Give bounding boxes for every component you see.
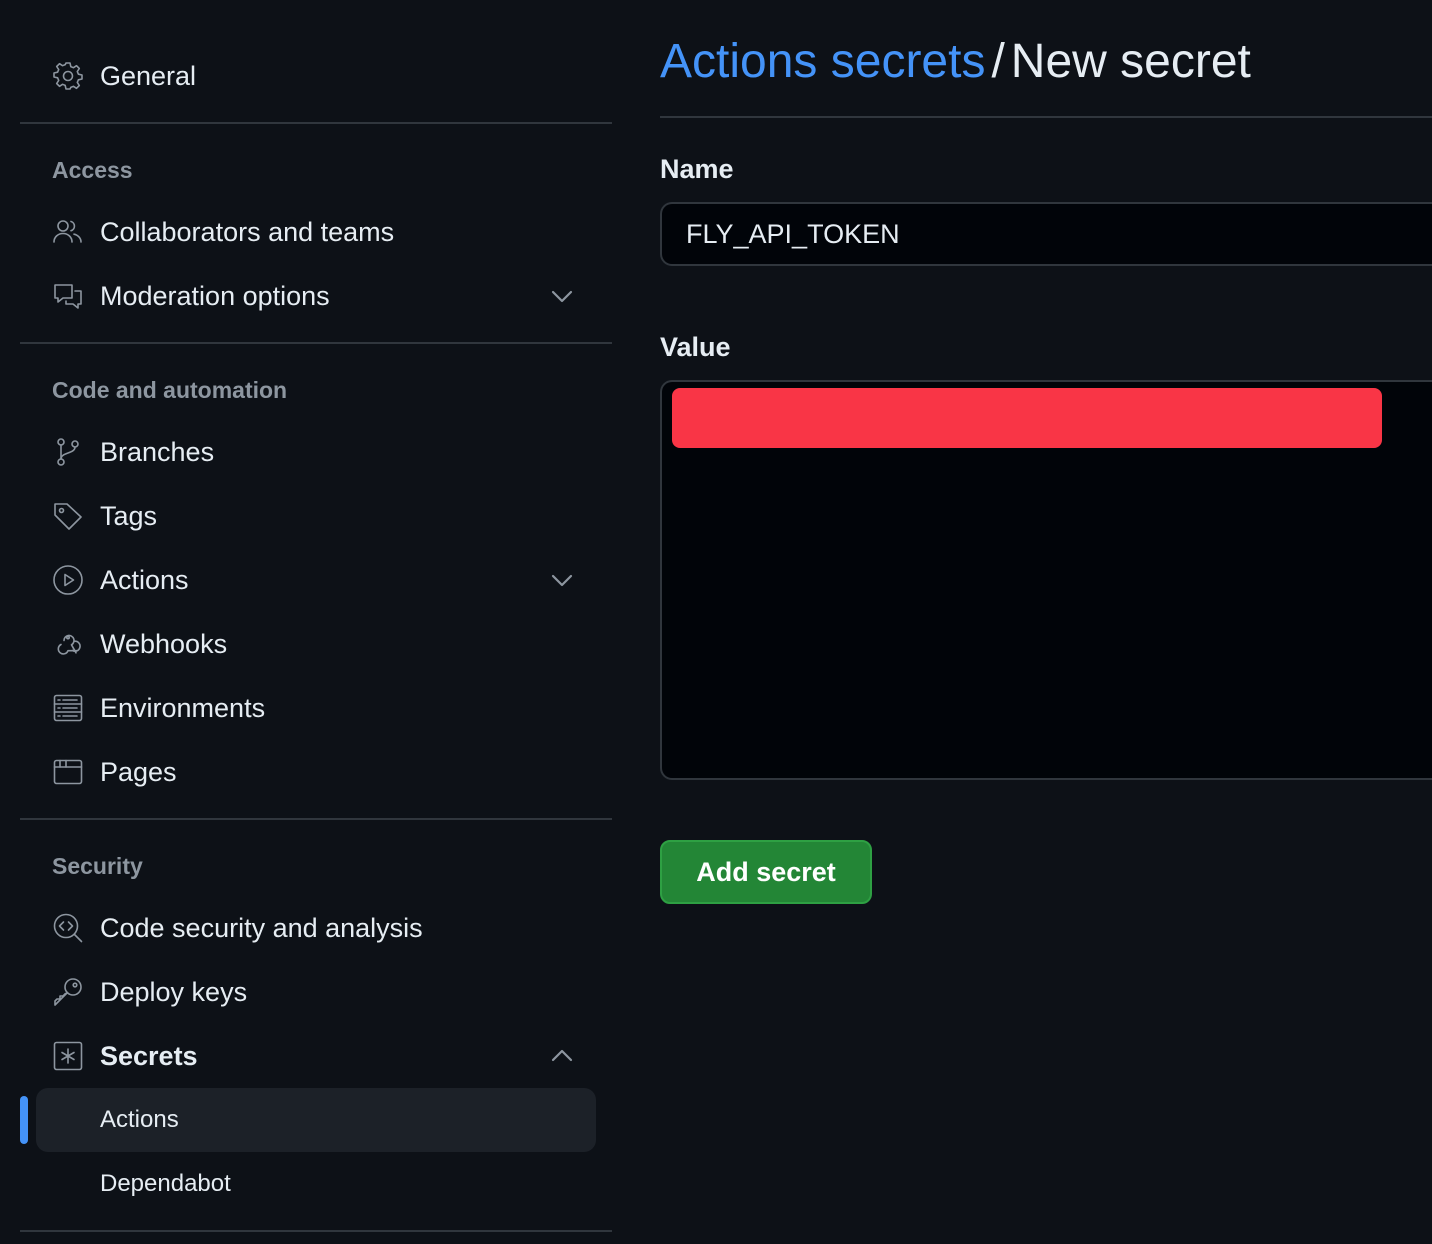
settings-sidebar: General Access Collaborators and teams M…: [20, 0, 612, 1244]
sidebar-item-secrets[interactable]: Secrets: [52, 1030, 596, 1082]
sidebar-divider: [20, 1230, 612, 1232]
secret-name-input[interactable]: FLY_API_TOKEN: [660, 202, 1432, 266]
people-icon: [52, 216, 84, 248]
sidebar-item-code-security[interactable]: Code security and analysis: [52, 902, 596, 954]
gear-icon: [52, 60, 84, 92]
sidebar-item-label: Code security and analysis: [100, 912, 423, 943]
sidebar-item-label: Deploy keys: [100, 976, 248, 1007]
browser-icon: [52, 756, 84, 788]
sidebar-item-webhooks[interactable]: Webhooks: [52, 618, 596, 670]
sidebar-divider: [20, 342, 612, 344]
tag-icon: [52, 500, 84, 532]
sidebar-item-branches[interactable]: Branches: [52, 426, 596, 478]
sidebar-subitem-dependabot[interactable]: Dependabot: [36, 1152, 596, 1216]
secret-value-textarea[interactable]: [660, 380, 1432, 780]
sidebar-item-pages[interactable]: Pages: [52, 746, 596, 798]
sidebar-subitem-label: Dependabot: [100, 1170, 231, 1197]
redaction-box: [672, 388, 1382, 448]
sidebar-item-label: General: [100, 60, 197, 91]
play-icon: [52, 564, 84, 596]
sidebar-item-label: Tags: [100, 500, 158, 531]
sidebar-item-label: Environments: [100, 692, 266, 723]
sidebar-item-tags[interactable]: Tags: [52, 490, 596, 542]
codescan-icon: [52, 912, 84, 944]
main-content: Actions secrets / New secret Name FLY_API_…: [660, 0, 1432, 1244]
add-secret-button[interactable]: Add secret: [660, 840, 872, 904]
value-label: Value: [660, 332, 731, 362]
sidebar-item-label: Collaborators and teams: [100, 216, 395, 247]
settings-page: General Access Collaborators and teams M…: [0, 0, 1432, 1244]
secret-name-value: FLY_API_TOKEN: [686, 218, 900, 249]
sidebar-divider: [20, 818, 612, 820]
sidebar-item-label: Branches: [100, 436, 215, 467]
sidebar-item-actions[interactable]: Actions: [52, 554, 596, 606]
name-label: Name: [660, 154, 734, 184]
chevron-down-icon[interactable]: [548, 566, 576, 594]
breadcrumb-link-actions-secrets[interactable]: Actions secrets: [660, 35, 985, 88]
section-heading-access: Access: [52, 157, 133, 183]
chevron-up-icon[interactable]: [548, 1042, 576, 1070]
asterisk-box-icon: [52, 1040, 84, 1072]
sidebar-item-label: Pages: [100, 756, 177, 787]
sidebar-item-deploy-keys[interactable]: Deploy keys: [52, 966, 596, 1018]
sidebar-subitem-label: Actions: [100, 1106, 179, 1133]
breadcrumb-current: New secret: [1010, 35, 1251, 88]
page-title: Actions secrets / New secret: [660, 34, 1251, 89]
sidebar-item-label: Secrets: [100, 1040, 198, 1071]
active-indicator: [20, 1096, 28, 1144]
chevron-down-icon[interactable]: [548, 282, 576, 310]
webhook-icon: [52, 628, 84, 660]
key-icon: [52, 976, 84, 1008]
sidebar-subitem-actions[interactable]: Actions: [36, 1088, 596, 1152]
sidebar-item-label: Actions: [100, 564, 189, 595]
sidebar-item-general[interactable]: General: [52, 50, 596, 102]
sidebar-item-environments[interactable]: Environments: [52, 682, 596, 734]
title-divider: [660, 116, 1432, 118]
sidebar-item-label: Webhooks: [100, 628, 228, 659]
server-icon: [52, 692, 84, 724]
section-heading-code-automation: Code and automation: [52, 377, 288, 403]
comment-discussion-icon: [52, 280, 84, 312]
sidebar-divider: [20, 122, 612, 124]
sidebar-item-collaborators[interactable]: Collaborators and teams: [52, 206, 596, 258]
git-branch-icon: [52, 436, 84, 468]
section-heading-security: Security: [52, 853, 143, 879]
sidebar-item-label: Moderation options: [100, 280, 330, 311]
sidebar-item-moderation[interactable]: Moderation options: [52, 270, 596, 322]
breadcrumb-separator: /: [991, 35, 1005, 88]
